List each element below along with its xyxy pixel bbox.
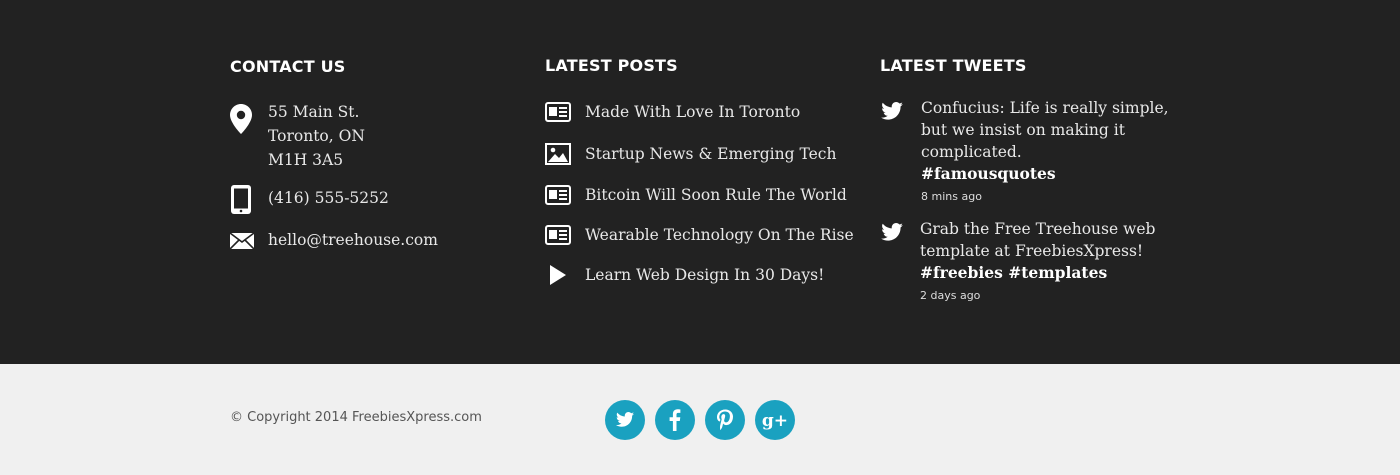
tweet-time: 2 days ago [920, 289, 981, 302]
phone-number[interactable]: (416) 555-5252 [268, 186, 389, 210]
contact-title: CONTACT US [230, 57, 346, 76]
address-line-1: 55 Main St. [268, 103, 360, 121]
post-label[interactable]: Wearable Technology On The Rise [585, 225, 854, 245]
envelope-icon [229, 232, 255, 254]
address-line-2: Toronto, ON [268, 127, 365, 145]
twitter-icon [616, 412, 634, 427]
pinterest-button[interactable] [705, 400, 745, 440]
article-icon [545, 185, 571, 210]
tweet-time: 8 mins ago [921, 190, 982, 203]
article-icon [545, 102, 571, 127]
article-icon [545, 225, 571, 250]
tweet-hashtags[interactable]: #freebies #templates [920, 262, 1170, 284]
pinterest-icon [717, 409, 733, 431]
post-label[interactable]: Bitcoin Will Soon Rule The World [585, 185, 847, 205]
image-icon [545, 143, 571, 170]
twitter-button[interactable] [605, 400, 645, 440]
google-plus-icon: g+ [762, 411, 788, 431]
tweet-text: Grab the Free Treehouse web template at … [920, 218, 1170, 284]
tweet-text: Confucius: Life is really simple, but we… [921, 97, 1171, 185]
twitter-bird-icon [880, 223, 904, 246]
footer-bottom: © Copyright 2014 FreebiesXpress.com g+ [0, 364, 1400, 475]
play-icon [549, 265, 567, 290]
address-text: 55 Main St. Toronto, ON M1H 3A5 [268, 100, 365, 172]
tweet-body: Confucius: Life is really simple, but we… [921, 99, 1169, 161]
google-plus-button[interactable]: g+ [755, 400, 795, 440]
phone-icon [230, 184, 252, 220]
tweets-title: LATEST TWEETS [880, 56, 1027, 75]
tweet-body: Grab the Free Treehouse web template at … [920, 220, 1156, 260]
map-pin-icon [230, 104, 252, 139]
svg-text:g+: g+ [762, 411, 788, 431]
copyright-text: © Copyright 2014 FreebiesXpress.com [230, 410, 482, 425]
post-label[interactable]: Startup News & Emerging Tech [585, 144, 836, 164]
email-link[interactable]: hello@treehouse.com [268, 228, 438, 252]
tweet-hashtags[interactable]: #famousquotes [921, 163, 1171, 185]
footer-top: CONTACT US 55 Main St. Toronto, ON M1H 3… [0, 0, 1400, 364]
post-label[interactable]: Made With Love In Toronto [585, 102, 800, 122]
post-label[interactable]: Learn Web Design In 30 Days! [585, 265, 824, 285]
posts-title: LATEST POSTS [545, 56, 678, 75]
facebook-icon [669, 409, 681, 431]
facebook-button[interactable] [655, 400, 695, 440]
twitter-bird-icon [880, 102, 904, 125]
address-line-3: M1H 3A5 [268, 151, 344, 169]
